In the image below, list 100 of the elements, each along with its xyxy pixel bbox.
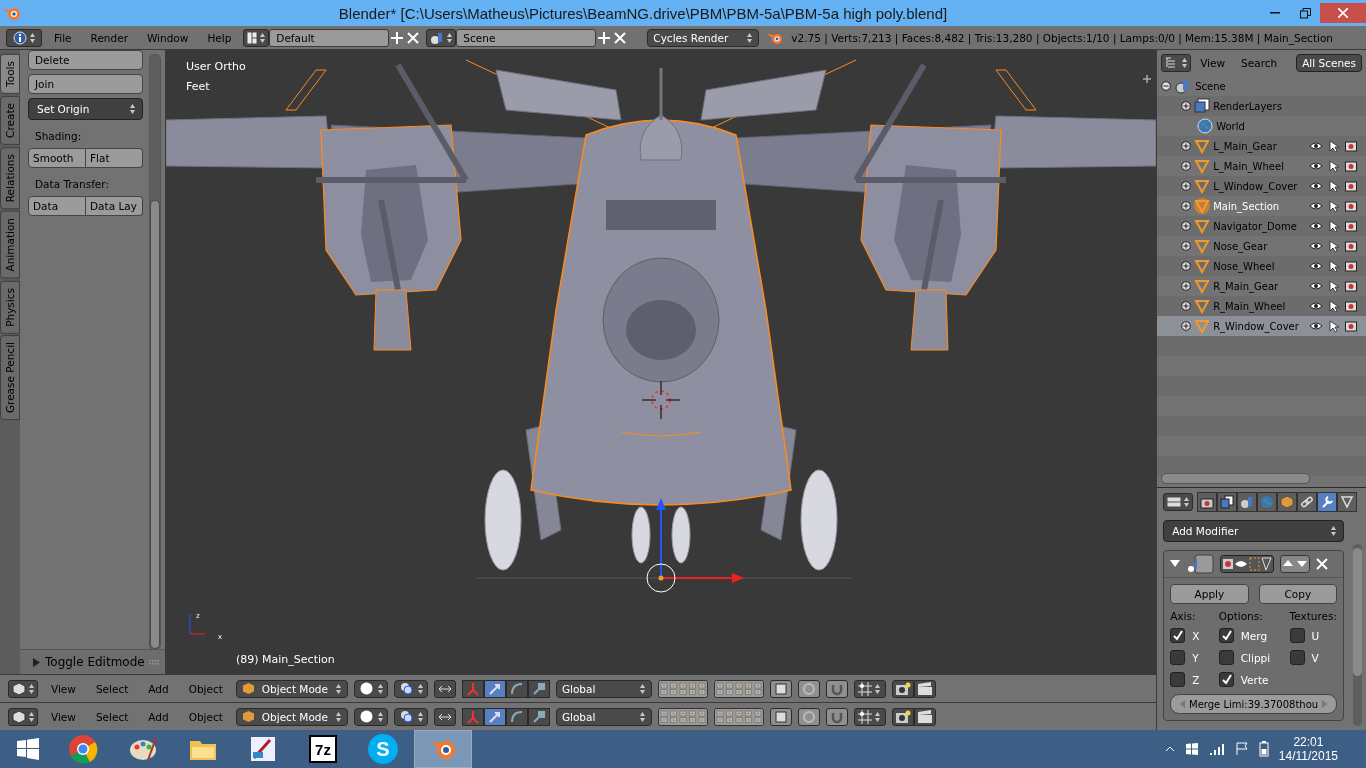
tool-button[interactable]: Flat: [86, 148, 143, 168]
properties-tab[interactable]: [1197, 492, 1218, 512]
editor-type-button[interactable]: [1161, 54, 1192, 72]
mode-dropdown[interactable]: Object Mode: [235, 707, 348, 726]
scene-button[interactable]: [426, 28, 457, 47]
snap-button[interactable]: [825, 679, 848, 698]
taskbar-app[interactable]: 7z: [294, 730, 352, 768]
render-engine-dropdown[interactable]: Cycles Render: [647, 28, 760, 47]
triangle-down-icon[interactable]: [1170, 560, 1181, 568]
clock-time[interactable]: 22:01: [1293, 735, 1324, 749]
checkbox[interactable]: [1218, 650, 1234, 665]
modifier-button[interactable]: Copy: [1258, 584, 1337, 604]
lock-layers-button[interactable]: [769, 679, 792, 698]
orientation-dropdown[interactable]: Global: [555, 679, 652, 698]
tool-shelf-tab[interactable]: Relations: [0, 146, 20, 209]
mode-dropdown[interactable]: Object Mode: [235, 679, 348, 698]
shading-dropdown[interactable]: [353, 679, 388, 698]
tool-button[interactable]: Data Lay: [86, 196, 143, 216]
tool-shelf-tab[interactable]: Tools: [0, 54, 20, 94]
checkbox[interactable]: [1170, 672, 1186, 687]
checkbox[interactable]: [1170, 650, 1186, 665]
tool-shelf-tab[interactable]: Physics: [0, 280, 20, 334]
menu-item[interactable]: Select: [88, 710, 136, 723]
scrollbar[interactable]: [149, 54, 161, 650]
menu-item[interactable]: File: [47, 31, 79, 44]
layer-grid-icon[interactable]: [657, 707, 708, 726]
tree-item-label[interactable]: Navigator_Dome: [1213, 220, 1297, 232]
layer-grid-icon[interactable]: [713, 707, 764, 726]
properties-tab[interactable]: [1237, 492, 1258, 512]
tool-button[interactable]: Delete: [28, 50, 143, 70]
tool-button[interactable]: Smooth: [28, 148, 86, 168]
manipulator-button[interactable]: [483, 679, 506, 698]
properties-tab[interactable]: [1277, 492, 1298, 512]
menu-item[interactable]: Search: [1234, 57, 1285, 69]
tree-item-label[interactable]: Nose_Wheel: [1213, 260, 1275, 272]
snap-element-dropdown[interactable]: [853, 707, 886, 726]
tree-item-label[interactable]: R_Main_Gear: [1213, 280, 1279, 292]
manipulator-button[interactable]: [527, 679, 550, 698]
scene-field[interactable]: Scene: [456, 28, 597, 47]
tool-shelf-tab[interactable]: Animation: [0, 211, 20, 279]
proportional-editing-button[interactable]: [797, 707, 820, 726]
scrollbar[interactable]: [1353, 544, 1362, 726]
proportional-editing-button[interactable]: [797, 679, 820, 698]
scrollbar[interactable]: [1161, 473, 1310, 484]
checkbox[interactable]: [1170, 628, 1186, 643]
manipulator-button[interactable]: [505, 707, 528, 726]
menu-item[interactable]: View: [44, 682, 83, 695]
snap-element-dropdown[interactable]: [853, 679, 886, 698]
plus-icon[interactable]: [1142, 74, 1153, 84]
menu-item[interactable]: Window: [139, 31, 196, 44]
properties-tab[interactable]: [1217, 492, 1238, 512]
tree-item-label[interactable]: Main_Section: [1213, 200, 1280, 212]
manipulator-button[interactable]: [527, 707, 550, 726]
layer-grid-icon[interactable]: [657, 679, 708, 698]
display-mode-dropdown[interactable]: All Scenes: [1296, 54, 1362, 72]
set-origin-dropdown[interactable]: Set Origin: [28, 98, 143, 120]
menu-item[interactable]: Object: [181, 710, 230, 723]
tool-shelf-tab[interactable]: Create: [0, 95, 20, 145]
checkbox[interactable]: [1218, 672, 1234, 687]
collapse-icon[interactable]: [1161, 81, 1172, 91]
manipulator-button[interactable]: [483, 707, 506, 726]
shading-dropdown[interactable]: [353, 707, 388, 726]
editor-type-button[interactable]: [6, 28, 42, 47]
snap-button[interactable]: [825, 707, 848, 726]
render-animation-button[interactable]: [913, 679, 936, 698]
triangle-right-icon[interactable]: [32, 657, 41, 667]
menu-item[interactable]: Add: [141, 682, 176, 695]
layout-button[interactable]: [243, 28, 270, 47]
render-image-button[interactable]: [891, 679, 914, 698]
add-modifier-dropdown[interactable]: Add Modifier: [1163, 520, 1344, 542]
orientation-dropdown[interactable]: Global: [555, 707, 652, 726]
menu-item[interactable]: Help: [200, 31, 239, 44]
menu-item[interactable]: View: [44, 710, 83, 723]
menu-item[interactable]: Render: [83, 31, 135, 44]
snap-toggle-button[interactable]: [433, 679, 456, 698]
menu-item[interactable]: Select: [88, 682, 136, 695]
tree-item-label[interactable]: L_Main_Wheel: [1213, 160, 1284, 172]
layer-grid-icon[interactable]: [713, 679, 764, 698]
pivot-dropdown[interactable]: [393, 707, 428, 726]
clock-date[interactable]: 14/11/2015: [1278, 749, 1338, 763]
render-image-button[interactable]: [891, 707, 914, 726]
tree-item-label[interactable]: Scene: [1195, 80, 1226, 92]
tree-item-label[interactable]: R_Main_Wheel: [1213, 300, 1286, 312]
taskbar-app[interactable]: S: [354, 730, 412, 768]
tool-button[interactable]: Join: [28, 74, 143, 94]
tree-item-label[interactable]: L_Main_Gear: [1213, 140, 1277, 152]
tool-button[interactable]: Data: [28, 196, 86, 216]
tree-item-label[interactable]: World: [1216, 120, 1245, 132]
modifier-button[interactable]: Apply: [1170, 584, 1249, 604]
snap-toggle-button[interactable]: [433, 707, 456, 726]
menu-item[interactable]: View: [1193, 57, 1233, 69]
properties-tab[interactable]: [1317, 492, 1338, 512]
tool-shelf-tab[interactable]: Grease Pencil: [0, 335, 20, 421]
properties-tab[interactable]: [1297, 492, 1318, 512]
menu-item[interactable]: Object: [181, 682, 230, 695]
editor-type-button[interactable]: [1163, 493, 1194, 511]
manipulator-button[interactable]: [505, 679, 528, 698]
merge-limit-field[interactable]: Merge Limi:39.37008thou: [1170, 694, 1337, 714]
editor-type-button[interactable]: [8, 707, 38, 726]
layout-field[interactable]: Default: [269, 28, 390, 47]
